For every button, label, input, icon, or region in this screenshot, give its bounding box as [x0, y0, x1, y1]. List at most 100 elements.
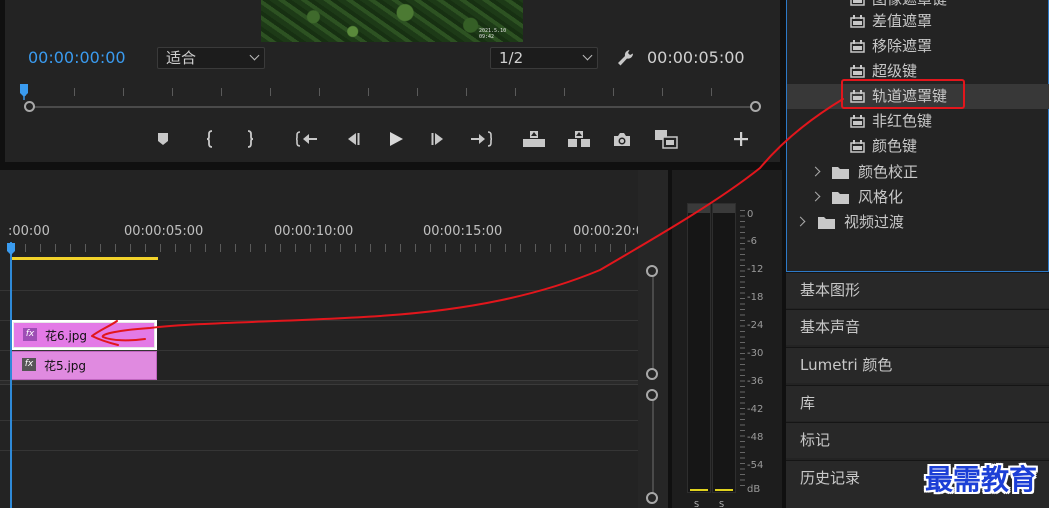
- chevron-right-icon[interactable]: [795, 216, 806, 227]
- mark-in-button[interactable]: [196, 124, 224, 154]
- ruler-label: 00:00:20:0: [573, 224, 645, 239]
- effect-icon: [850, 15, 865, 28]
- go-to-out-button[interactable]: [467, 124, 495, 154]
- effect-icon: [850, 40, 865, 53]
- timeline-vertical-scrollbar[interactable]: [638, 170, 668, 508]
- meter-channel-left: [687, 203, 711, 493]
- chevron-right-icon[interactable]: [810, 166, 821, 177]
- panel-tab-essential-graphics[interactable]: 基本图形: [786, 272, 1049, 308]
- plus-icon: [734, 132, 748, 146]
- step-forward-button[interactable]: [424, 124, 452, 154]
- fx-badge-icon: fx: [22, 358, 36, 371]
- folder-item[interactable]: 颜色校正: [787, 160, 1049, 185]
- scroll-handle-top[interactable]: [646, 389, 658, 401]
- solo-button[interactable]: S: [719, 500, 729, 508]
- zoom-level-select[interactable]: 适合: [157, 47, 265, 69]
- effect-item[interactable]: 差值遮罩: [787, 9, 1049, 34]
- db-label: -18: [747, 292, 764, 303]
- effect-label: 非红色键: [872, 112, 933, 130]
- ruler-label: 00:00:05:00: [124, 224, 204, 239]
- db-label: 0: [747, 209, 754, 220]
- go-to-out-icon: [471, 131, 492, 147]
- play-icon: [390, 132, 403, 146]
- button-editor-add[interactable]: [727, 124, 755, 154]
- db-label: -54: [747, 460, 764, 471]
- scroll-handle-bottom[interactable]: [646, 368, 658, 380]
- video-audio-divider[interactable]: [0, 380, 638, 385]
- clip-name: 花6.jpg: [45, 329, 88, 343]
- panel-tab-libraries[interactable]: 库: [786, 385, 1049, 421]
- folder-icon: [818, 217, 835, 229]
- track-divider: [0, 290, 638, 291]
- export-frame-button[interactable]: [608, 124, 636, 154]
- effect-item[interactable]: 移除遮罩: [787, 34, 1049, 59]
- effect-label: 颜色键: [872, 137, 918, 155]
- mark-out-button[interactable]: [236, 124, 264, 154]
- clip-flower5[interactable]: fx 花5.jpg: [11, 351, 157, 380]
- meter-level: [715, 489, 733, 491]
- lift-icon: [523, 131, 545, 147]
- wrench-icon[interactable]: [615, 48, 637, 68]
- track-divider: [0, 450, 638, 451]
- scroll-track-audio: [652, 395, 654, 499]
- video-preview: 2021.5.10 09:42: [261, 0, 523, 42]
- go-to-in-button[interactable]: [293, 124, 321, 154]
- fx-badge-icon: fx: [23, 328, 37, 341]
- folder-item[interactable]: 视频过渡: [787, 210, 1049, 235]
- effect-icon: [850, 0, 865, 6]
- timeline-playhead[interactable]: [7, 242, 15, 256]
- annotation-highlight-box: [841, 79, 965, 109]
- scroll-handle-bottom[interactable]: [646, 492, 658, 504]
- monitor-playhead[interactable]: [20, 84, 28, 100]
- ruler-label: 00:00:15:00: [423, 224, 503, 239]
- meter-level: [690, 489, 708, 491]
- folder-label: 视频过渡: [844, 213, 905, 231]
- mark-out-icon: [247, 130, 254, 148]
- db-label: -42: [747, 404, 764, 415]
- db-label: -48: [747, 432, 764, 443]
- scroll-handle-top[interactable]: [646, 265, 658, 277]
- playback-resolution-select[interactable]: 1/2: [490, 47, 598, 69]
- timeline-ruler[interactable]: :00:00 00:00:05:00 00:00:10:00 00:00:15:…: [0, 170, 644, 260]
- chevron-right-icon[interactable]: [810, 191, 821, 202]
- go-to-in-icon: [296, 131, 317, 147]
- transport-controls: [5, 124, 780, 154]
- peak-indicator: [713, 204, 735, 213]
- timeline-panel: :00:00 00:00:05:00 00:00:10:00 00:00:15:…: [0, 170, 668, 508]
- folder-item[interactable]: 风格化: [787, 185, 1049, 210]
- current-timecode[interactable]: 00:00:00:00: [28, 48, 126, 67]
- track-divider: [0, 420, 638, 421]
- folder-icon: [832, 167, 849, 179]
- panel-tab-lumetri-color[interactable]: Lumetri 颜色: [786, 347, 1049, 383]
- clip-flower6[interactable]: fx 花6.jpg: [11, 320, 157, 350]
- timeline-playhead-line: [10, 242, 12, 508]
- monitor-time-ruler[interactable]: [25, 88, 760, 96]
- step-back-button[interactable]: [339, 124, 367, 154]
- step-back-icon: [348, 133, 360, 145]
- effect-item[interactable]: 颜色键: [787, 134, 1049, 159]
- extract-button[interactable]: [565, 124, 593, 154]
- zoom-scroll-handle-left[interactable]: [24, 101, 35, 112]
- ruler-label: :00:00: [8, 224, 50, 239]
- zoom-scroll-bar[interactable]: [30, 106, 756, 108]
- panel-tab-essential-sound[interactable]: 基本声音: [786, 309, 1049, 345]
- effect-item[interactable]: 非红色键: [787, 109, 1049, 134]
- extract-icon: [568, 131, 590, 147]
- comparison-view-icon: [655, 130, 678, 149]
- solo-button[interactable]: S: [694, 500, 704, 508]
- effect-icon: [850, 140, 865, 153]
- peak-indicator: [688, 204, 710, 213]
- comparison-view-button[interactable]: [652, 124, 680, 154]
- db-unit-label: dB: [747, 484, 761, 495]
- add-marker-button[interactable]: [149, 124, 177, 154]
- scroll-track-video: [652, 270, 654, 374]
- effects-panel-column: 图像遮罩键 差值遮罩 移除遮罩 超级键 轨道遮罩键 非红色键 颜色键: [786, 0, 1049, 508]
- play-button[interactable]: [382, 124, 410, 154]
- db-label: -12: [747, 264, 764, 275]
- panel-tab-markers[interactable]: 标记: [786, 422, 1049, 458]
- lift-button[interactable]: [520, 124, 548, 154]
- folder-label: 风格化: [858, 188, 904, 206]
- chevron-down-icon: [249, 50, 260, 61]
- db-label: -36: [747, 376, 764, 387]
- zoom-scroll-handle-right[interactable]: [750, 101, 761, 112]
